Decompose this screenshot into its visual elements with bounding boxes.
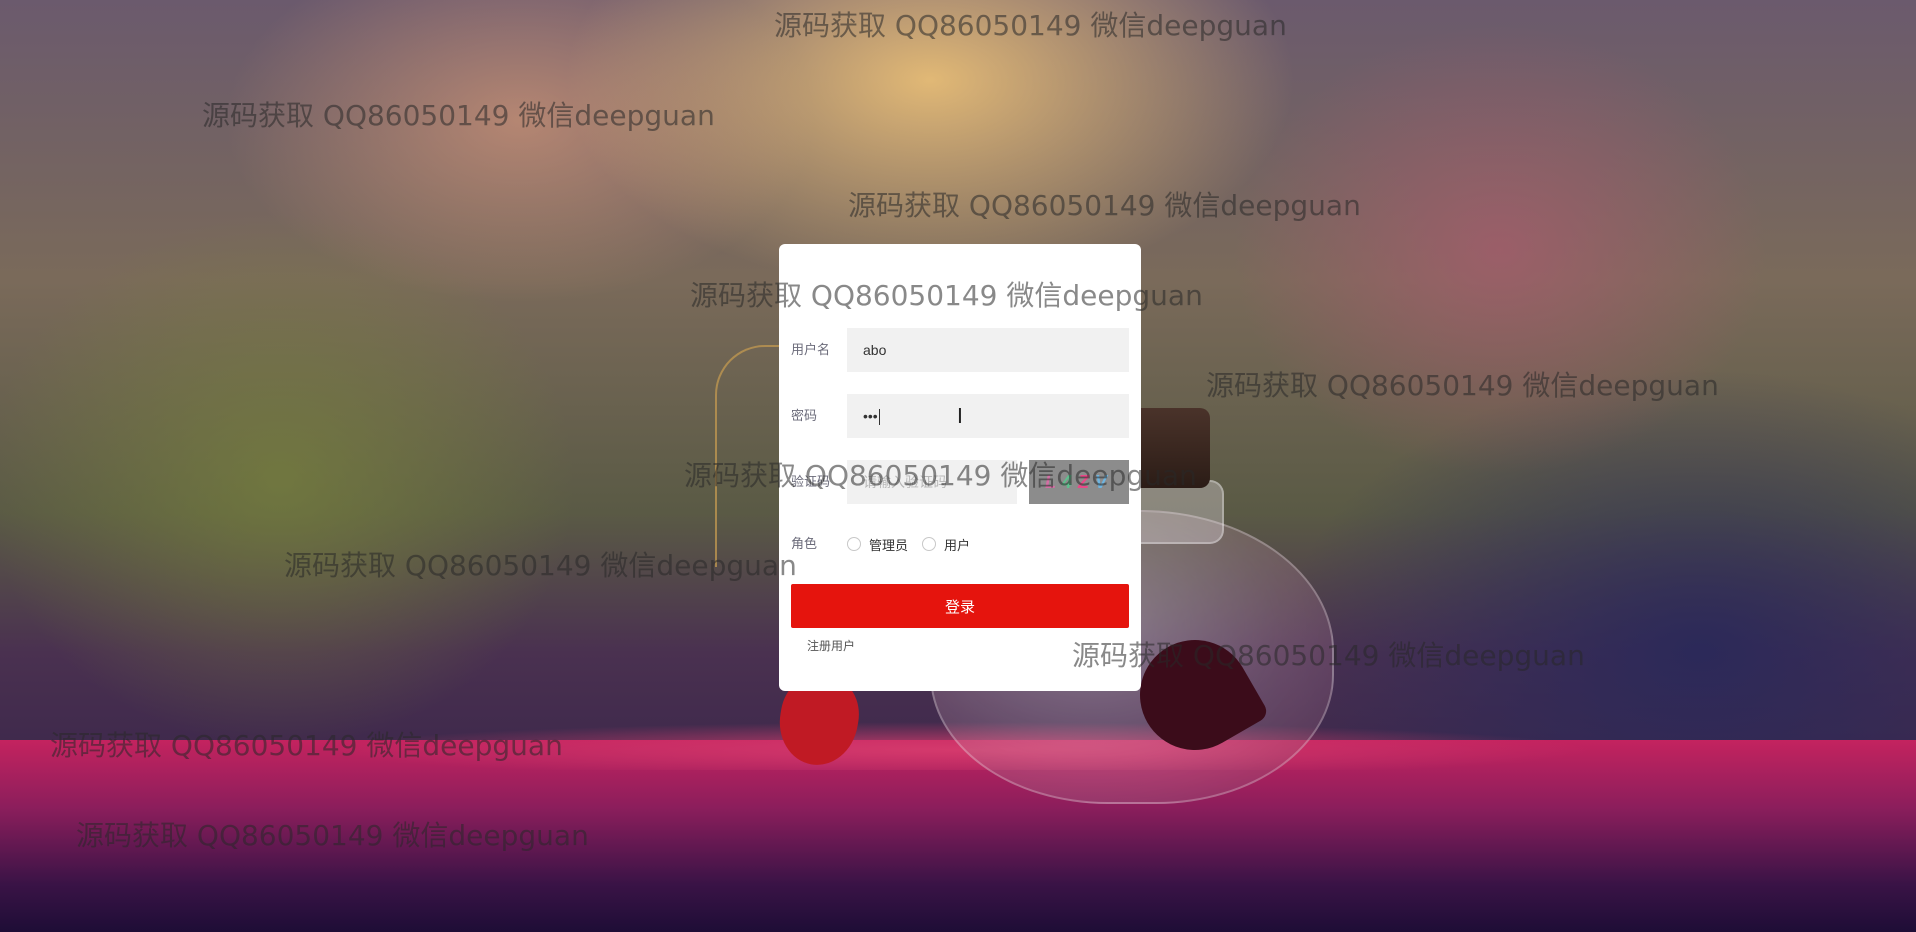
register-link[interactable]: 注册用户 bbox=[807, 637, 855, 654]
watermark: 源码获取 QQ86050149 微信deepguan bbox=[1206, 369, 1719, 402]
username-label: 用户名 bbox=[791, 342, 831, 357]
watermark: 源码获取 QQ86050149 微信deepguan bbox=[76, 819, 589, 852]
watermark: 源码获取 QQ86050149 微信deepguan bbox=[284, 549, 797, 582]
role-label: 角色 bbox=[791, 536, 818, 551]
password-value: ••• bbox=[863, 408, 878, 424]
role-option-user[interactable]: 用户 bbox=[922, 535, 970, 554]
role-row: 角色 管理员 用户 bbox=[791, 522, 1129, 566]
role-option-admin[interactable]: 管理员 bbox=[847, 535, 908, 554]
username-input[interactable]: abo bbox=[847, 328, 1129, 372]
watermark: 源码获取 QQ86050149 微信deepguan bbox=[690, 279, 1203, 312]
radio-circle-icon[interactable] bbox=[847, 537, 861, 551]
password-input[interactable]: ••• bbox=[847, 394, 1129, 438]
watermark: 源码获取 QQ86050149 微信deepguan bbox=[848, 189, 1361, 222]
text-cursor-icon: I bbox=[957, 404, 963, 428]
password-label: 密码 bbox=[791, 408, 818, 423]
watermark: 源码获取 QQ86050149 微信deepguan bbox=[1072, 639, 1585, 672]
watermark: 源码获取 QQ86050149 微信deepguan bbox=[774, 9, 1287, 42]
radio-circle-icon[interactable] bbox=[922, 537, 937, 551]
watermark: 源码获取 QQ86050149 微信deepguan bbox=[202, 99, 715, 132]
watermark: 源码获取 QQ86050149 微信deepguan bbox=[684, 459, 1197, 492]
watermark: 源码获取 QQ86050149 微信deepguan bbox=[50, 729, 563, 762]
role-option-admin-label: 管理员 bbox=[869, 537, 909, 553]
text-caret bbox=[878, 409, 880, 426]
role-option-user-label: 用户 bbox=[944, 537, 971, 553]
username-row: 用户名 abo bbox=[791, 328, 1129, 372]
login-button[interactable]: 登录 bbox=[791, 584, 1129, 628]
role-radio-group: 管理员 用户 bbox=[847, 522, 970, 566]
